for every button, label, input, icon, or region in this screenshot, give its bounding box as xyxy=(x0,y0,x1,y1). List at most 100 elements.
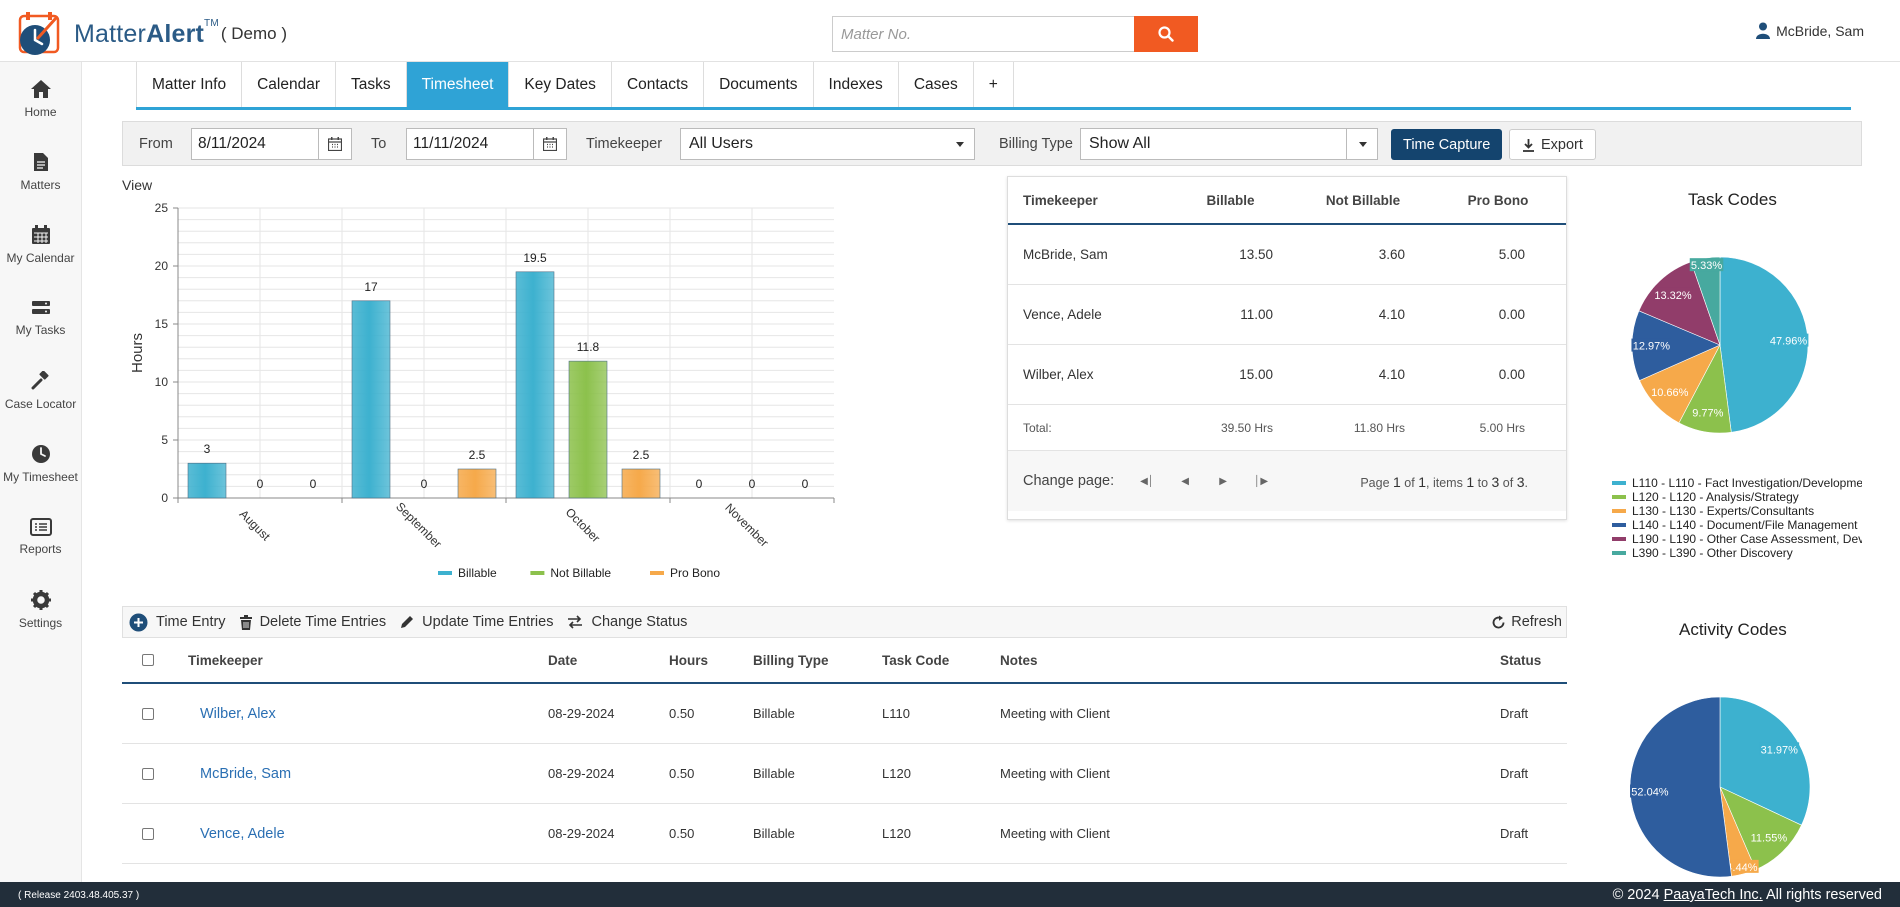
summary-cell: Vence, Adele xyxy=(1023,307,1102,322)
change-status-button[interactable]: Change Status xyxy=(567,614,687,630)
row-checkbox-cell xyxy=(122,767,188,780)
timekeeper-select[interactable]: All Users xyxy=(680,128,975,160)
summary-header-timekeeper[interactable]: Timekeeper xyxy=(1008,193,1168,208)
timekeeper-link[interactable]: Wilber, Alex xyxy=(188,706,548,722)
time-capture-button[interactable]: Time Capture xyxy=(1391,129,1503,160)
pie-value-label: 10.66% xyxy=(1651,387,1689,399)
prev-page-icon[interactable]: ◀ xyxy=(1166,476,1204,487)
from-date-input[interactable]: 8/11/2024 xyxy=(191,128,319,160)
legend-label: L130 - L130 - Experts/Consultants xyxy=(1632,504,1815,518)
tab-documents[interactable]: Documents xyxy=(704,62,814,108)
tab-tasks[interactable]: Tasks xyxy=(336,62,407,108)
sidebar-item-my-timesheet[interactable]: My Timesheet xyxy=(0,427,81,500)
table-cell-task-code: L120 xyxy=(882,766,911,781)
matter-search-input[interactable] xyxy=(832,16,1134,52)
row-checkbox[interactable] xyxy=(142,827,154,840)
tab-cases[interactable]: Cases xyxy=(898,62,974,108)
row-checkbox[interactable] xyxy=(142,707,154,720)
sidebar-item-label: Settings xyxy=(18,615,63,630)
legend-swatch xyxy=(1612,537,1626,541)
last-page-icon[interactable]: │▶ xyxy=(1242,476,1280,487)
to-date-input[interactable]: 11/11/2024 xyxy=(406,128,534,160)
summary-cell: Wilber, Alex xyxy=(1023,367,1094,382)
x-tick-label: September xyxy=(393,499,444,550)
timekeeper-link[interactable]: McBride, Sam xyxy=(188,766,548,782)
tab-indexes[interactable]: Indexes xyxy=(813,62,899,108)
sidebar-item-my-tasks[interactable]: My Tasks xyxy=(0,281,81,354)
column-header-timekeeper[interactable]: Timekeeper xyxy=(188,653,548,668)
delete-time-entries-button[interactable]: Delete Time Entries xyxy=(239,614,386,630)
summary-pager: Change page: ◀│ ◀ ▶ │▶ Page 1 of 1, item… xyxy=(1008,451,1566,511)
bar xyxy=(187,462,227,499)
company-link[interactable]: PaayaTech Inc. xyxy=(1664,887,1763,903)
billing-type-value: Show All xyxy=(1089,135,1151,152)
tab-key-dates[interactable]: Key Dates xyxy=(509,62,612,108)
sidebar-item-my-calendar[interactable]: My Calendar xyxy=(0,208,81,281)
user-menu[interactable]: McBride, Sam xyxy=(1756,22,1864,39)
timekeeper-link[interactable]: Vence, Adele xyxy=(188,826,548,842)
app-logo[interactable]: MatterAlertTM ( Demo ) xyxy=(16,10,287,58)
legend-swatch xyxy=(1612,495,1626,499)
first-page-icon[interactable]: ◀│ xyxy=(1128,476,1166,487)
home-icon xyxy=(30,79,51,98)
legend-item: L110 - L110 - Fact Investigation/Develop… xyxy=(1612,476,1862,490)
from-label: From xyxy=(139,136,173,152)
sidebar-item-label: Case Locator xyxy=(4,396,77,411)
tab-matter-info[interactable]: Matter Info xyxy=(137,62,243,108)
column-header-billing-type[interactable]: Billing Type xyxy=(753,653,882,668)
to-date-picker[interactable] xyxy=(534,128,567,160)
pie-value-label: 9.77% xyxy=(1692,408,1723,420)
bar-value-label: 19.5 xyxy=(523,251,547,265)
summary-cell: 4.10 xyxy=(1378,307,1405,322)
bar xyxy=(351,300,391,499)
sidebar-item-label: My Calendar xyxy=(6,250,75,265)
next-page-icon[interactable]: ▶ xyxy=(1204,476,1242,487)
column-header-task-code[interactable]: Task Code xyxy=(882,653,1000,668)
table-cell-date: 08-29-2024 xyxy=(548,826,615,841)
sidebar-item-case-locator[interactable]: Case Locator xyxy=(0,354,81,427)
summary-header-not-billable[interactable]: Not Billable xyxy=(1293,193,1433,208)
summary-row: Vence, Adele 11.00 4.10 0.00 xyxy=(1008,285,1566,345)
row-checkbox[interactable] xyxy=(142,767,154,780)
column-header-date[interactable]: Date xyxy=(548,653,669,668)
export-button[interactable]: Export xyxy=(1509,129,1596,160)
select-all-checkbox[interactable] xyxy=(142,654,154,666)
search-button[interactable] xyxy=(1134,16,1198,52)
user-icon xyxy=(1756,22,1771,39)
legend-swatch xyxy=(1612,481,1626,485)
sidebar-item-home[interactable]: Home xyxy=(0,62,81,135)
copyright-suffix: All rights reserved xyxy=(1762,887,1882,903)
sidebar-item-settings[interactable]: Settings xyxy=(0,573,81,646)
sidebar-item-label: Home xyxy=(24,104,57,119)
tab-calendar[interactable]: Calendar xyxy=(242,62,336,108)
table-cell-billing-type: Billable xyxy=(753,706,795,721)
trash-icon xyxy=(239,614,252,630)
bar-value-label: 2.5 xyxy=(469,448,486,462)
legend-swatch xyxy=(438,571,452,575)
task-codes-pie-chart: 47.96% 9.77%10.66% 12.97% 13.32% 5.33% xyxy=(1631,256,1809,434)
sidebar: Home Matters My Calendar My Tasks Case L… xyxy=(0,62,82,882)
summary-header-pro-bono[interactable]: Pro Bono xyxy=(1433,193,1563,208)
pager-text: , items xyxy=(1426,476,1463,490)
legend-label: L140 - L140 - Document/File Management xyxy=(1632,518,1858,532)
time-entry-button[interactable]: Time Entry xyxy=(129,613,226,632)
tab-add[interactable]: + xyxy=(973,62,1014,108)
column-header-notes[interactable]: Notes xyxy=(1000,653,1500,668)
billing-type-select[interactable]: Show All xyxy=(1080,128,1378,160)
sidebar-item-label: My Timesheet xyxy=(3,469,78,484)
column-header-hours[interactable]: Hours xyxy=(669,653,753,668)
tab-timesheet[interactable]: Timesheet xyxy=(406,62,510,108)
matter-search xyxy=(832,16,1198,52)
sidebar-item-matters[interactable]: Matters xyxy=(0,135,81,208)
from-date-picker[interactable] xyxy=(319,128,352,160)
column-header-status[interactable]: Status xyxy=(1500,653,1560,668)
table-cell-billing-type: Billable xyxy=(753,826,795,841)
refresh-button[interactable]: Refresh xyxy=(1491,614,1562,630)
summary-header-billable[interactable]: Billable xyxy=(1168,193,1293,208)
sidebar-item-reports[interactable]: Reports xyxy=(0,500,81,573)
tab-contacts[interactable]: Contacts xyxy=(611,62,705,108)
update-time-entries-button[interactable]: Update Time Entries xyxy=(400,614,553,630)
pager-page: 1 xyxy=(1393,474,1401,490)
sidebar-item-label: My Tasks xyxy=(15,322,66,337)
summary-total-not-billable: 11.80 Hrs xyxy=(1353,420,1405,435)
